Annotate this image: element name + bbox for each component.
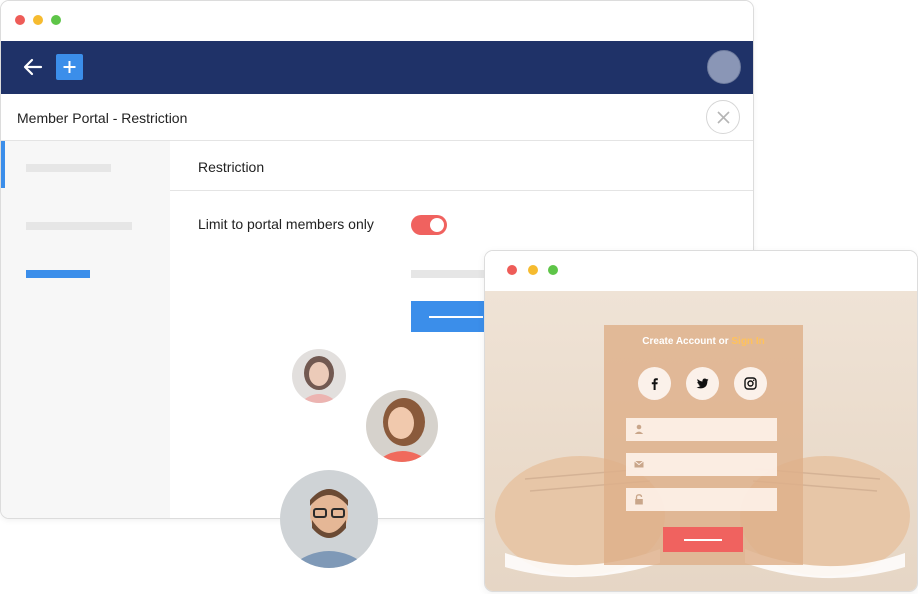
close-button[interactable]: [706, 100, 740, 134]
sidebar-item-2[interactable]: [26, 222, 132, 230]
instagram-button[interactable]: [734, 367, 767, 400]
twitter-icon: [696, 378, 709, 389]
window-titlebar: [1, 1, 753, 41]
twitter-button[interactable]: [686, 367, 719, 400]
page-title: Member Portal - Restriction: [17, 110, 188, 126]
app-bar: [1, 41, 753, 94]
section-title: Restriction: [198, 159, 265, 175]
email-field[interactable]: [626, 453, 777, 476]
signup-preview-window: Create Account or Sign In: [484, 250, 918, 592]
sign-in-link[interactable]: Sign In: [731, 336, 764, 347]
lock-icon: [635, 494, 643, 505]
submit-button[interactable]: [663, 527, 743, 552]
page-header: Member Portal - Restriction: [1, 94, 753, 141]
section-header: Restriction: [170, 141, 753, 191]
instagram-icon: [744, 377, 757, 390]
facebook-button[interactable]: [638, 367, 671, 400]
minimize-window-dot[interactable]: [33, 15, 43, 25]
mail-icon: [634, 460, 644, 468]
sidebar-item-3[interactable]: [26, 270, 90, 278]
minimize-window-dot[interactable]: [528, 265, 538, 275]
button-label-placeholder: [429, 316, 483, 318]
close-icon: [717, 111, 730, 124]
user-avatar[interactable]: [707, 50, 741, 84]
user-icon: [634, 424, 644, 434]
limit-members-toggle[interactable]: [411, 215, 447, 235]
maximize-window-dot[interactable]: [51, 15, 61, 25]
facebook-icon: [651, 378, 658, 390]
hero-background: Create Account or Sign In: [485, 291, 917, 591]
name-field[interactable]: [626, 418, 777, 441]
plus-icon: [63, 61, 76, 73]
signup-form-card: Create Account or Sign In: [604, 325, 803, 565]
form-heading: Create Account or Sign In: [604, 336, 803, 347]
maximize-window-dot[interactable]: [548, 265, 558, 275]
close-window-dot[interactable]: [507, 265, 517, 275]
member-avatar-2: [366, 390, 438, 462]
toggle-knob: [430, 218, 444, 232]
member-avatar-3: [280, 470, 378, 568]
form-heading-text: Create Account or: [642, 336, 732, 347]
add-button[interactable]: [56, 54, 83, 80]
sidebar: [1, 141, 170, 518]
limit-members-label: Limit to portal members only: [198, 216, 374, 232]
sidebar-active-indicator: [1, 141, 5, 188]
password-field[interactable]: [626, 488, 777, 511]
preview-titlebar: [485, 251, 917, 291]
back-arrow-icon[interactable]: [21, 55, 45, 79]
close-window-dot[interactable]: [15, 15, 25, 25]
member-avatar-1: [292, 349, 346, 403]
submit-label-placeholder: [684, 539, 722, 541]
sidebar-item-1[interactable]: [26, 164, 111, 172]
